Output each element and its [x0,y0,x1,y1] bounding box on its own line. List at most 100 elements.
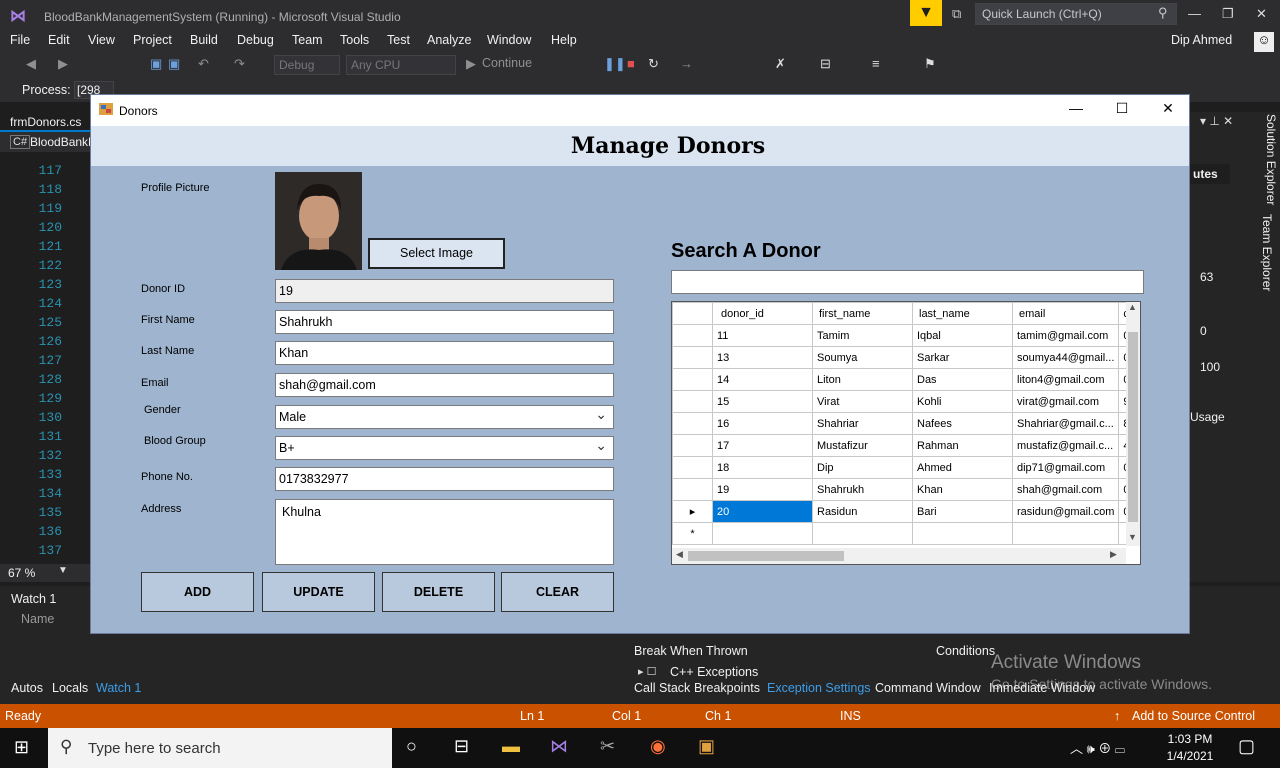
config-select[interactable]: Debug [274,55,340,75]
current-row-indicator-icon[interactable]: ▸ [672,500,713,523]
save-icon[interactable]: ▣ [150,56,162,72]
tab-command-window[interactable]: Command Window [875,681,981,695]
cpp-exceptions-row[interactable]: C++ Exceptions [670,665,758,679]
chevron-down-icon[interactable]: ▼ [58,565,68,576]
menu-team[interactable]: Team [292,33,323,47]
row-header[interactable] [672,456,713,479]
comment-icon[interactable]: ≡ [872,56,880,71]
table-cell[interactable]: Tamim [812,324,913,347]
column-header[interactable]: first_name [812,302,913,325]
scroll-down-icon[interactable]: ▼ [1128,532,1137,542]
tab-breakpoints[interactable]: Breakpoints [694,681,760,695]
feedback-icon[interactable]: ⧉ [952,6,961,22]
column-header[interactable]: donor_id [712,302,813,325]
menu-file[interactable]: File [10,33,30,47]
pin-icon[interactable]: ▾ ⊥ ✕ [1200,114,1233,128]
table-cell[interactable] [712,522,813,545]
windows-start-icon[interactable]: ⊞ [14,737,29,758]
table-cell[interactable]: Liton [812,368,913,391]
notification-icon[interactable]: ▢ [1238,736,1255,757]
scroll-thumb[interactable] [1128,332,1138,522]
table-row[interactable]: 11TamimIqbaltamim@gmail.com0 [672,324,1140,347]
table-row[interactable]: 15ViratKohlivirat@gmail.com9 [672,390,1140,413]
table-row[interactable]: 19ShahrukhKhanshah@gmail.com0 [672,478,1140,501]
close-icon[interactable]: ✕ [1256,6,1267,22]
table-cell[interactable]: Bari [912,500,1013,523]
table-cell[interactable]: Dip [812,456,913,479]
add-button[interactable]: ADD [141,572,254,612]
row-header[interactable] [672,368,713,391]
menu-view[interactable]: View [88,33,115,47]
table-cell[interactable]: shah@gmail.com [1011,478,1120,501]
table-cell[interactable]: soumya44@gmail... [1011,346,1120,369]
menu-debug[interactable]: Debug [237,33,274,47]
search-donor-input[interactable] [671,270,1144,294]
table-cell[interactable]: tamim@gmail.com [1011,324,1120,347]
task-view-icon[interactable]: ⊟ [454,736,469,757]
address-field[interactable]: Khulna [275,499,614,565]
table-cell[interactable]: Ahmed [912,456,1013,479]
continue-icon[interactable]: ▶ [466,56,476,72]
table-cell[interactable]: Kohli [912,390,1013,413]
restart-icon[interactable]: ↻ [648,56,659,72]
table-cell[interactable]: Khan [912,478,1013,501]
row-header[interactable] [672,324,713,347]
continue-button[interactable]: Continue [482,56,532,70]
table-row[interactable]: 13SoumyaSarkarsoumya44@gmail...0 [672,346,1140,369]
new-row[interactable]: * [672,522,1140,545]
user-name[interactable]: Dip Ahmed [1171,33,1232,47]
donor-grid[interactable]: donor_id first_name last_name email c 11… [671,301,1141,565]
quick-launch-input[interactable]: Quick Launch (Ctrl+Q) [975,3,1177,25]
table-cell[interactable]: Soumya [812,346,913,369]
column-header[interactable]: last_name [912,302,1013,325]
clear-button[interactable]: CLEAR [501,572,614,612]
scroll-right-icon[interactable]: ▶ [1110,549,1117,560]
zoom-select[interactable]: 67 % [8,566,35,580]
row-header[interactable] [672,346,713,369]
step-icon[interactable]: → [680,56,693,71]
table-row[interactable]: 16ShahriarNafeesShahriar@gmail.c...8 [672,412,1140,435]
minimize-icon[interactable]: — [1053,100,1099,120]
tray-icons[interactable]: ︿ 🕪 ⊕ ▭ [1070,738,1125,757]
expand-icon[interactable]: ▸ ☐ [638,665,656,678]
gender-select[interactable]: Male [275,405,614,429]
table-cell[interactable]: Shahrukh [812,478,913,501]
undo-icon[interactable]: ↶ [198,56,209,72]
table-cell[interactable]: Mustafizur [812,434,913,457]
table-cell[interactable]: 19 [712,478,813,501]
platform-select[interactable]: Any CPU [346,55,456,75]
stop-icon[interactable]: ■ [627,56,635,71]
back-icon[interactable]: ◀ [26,56,36,72]
file-explorer-icon[interactable]: ▬ [502,736,520,757]
table-row[interactable]: ▸20RasidunBarirasidun@gmail.com0 [672,500,1140,523]
table-cell[interactable]: Rahman [912,434,1013,457]
donor-id-field[interactable]: 19 [275,279,614,303]
table-cell[interactable]: rasidun@gmail.com [1011,500,1120,523]
row-header[interactable] [672,412,713,435]
vertical-scrollbar[interactable]: ▲ ▼ [1126,302,1140,546]
menu-test[interactable]: Test [387,33,410,47]
user-avatar[interactable]: ☺ [1254,32,1274,52]
table-cell[interactable]: Iqbal [912,324,1013,347]
tab-immediate-window[interactable]: Immediate Window [989,681,1095,695]
table-cell[interactable]: 11 [712,324,813,347]
donors-app-icon[interactable]: ▣ [698,736,715,757]
table-cell[interactable]: 14 [712,368,813,391]
email-field[interactable]: shah@gmail.com [275,373,614,397]
tab-autos[interactable]: Autos [11,681,43,695]
menu-tools[interactable]: Tools [340,33,369,47]
save-all-icon[interactable]: ▣ [168,56,180,72]
tab-exception-settings[interactable]: Exception Settings [767,681,871,695]
format-icon[interactable]: ⊟ [820,56,831,72]
table-cell[interactable]: Virat [812,390,913,413]
last-name-field[interactable]: Khan [275,341,614,365]
add-to-source-control[interactable]: Add to Source Control [1132,709,1255,723]
forward-icon[interactable]: ▶ [58,56,68,72]
menu-analyze[interactable]: Analyze [427,33,471,47]
table-cell[interactable]: 16 [712,412,813,435]
table-cell[interactable] [812,522,913,545]
project-dropdown[interactable]: C# BloodBankM [0,132,98,152]
table-row[interactable]: 17MustafizurRahmanmustafiz@gmail.c...4 [672,434,1140,457]
menu-build[interactable]: Build [190,33,218,47]
table-cell[interactable] [1011,522,1120,545]
